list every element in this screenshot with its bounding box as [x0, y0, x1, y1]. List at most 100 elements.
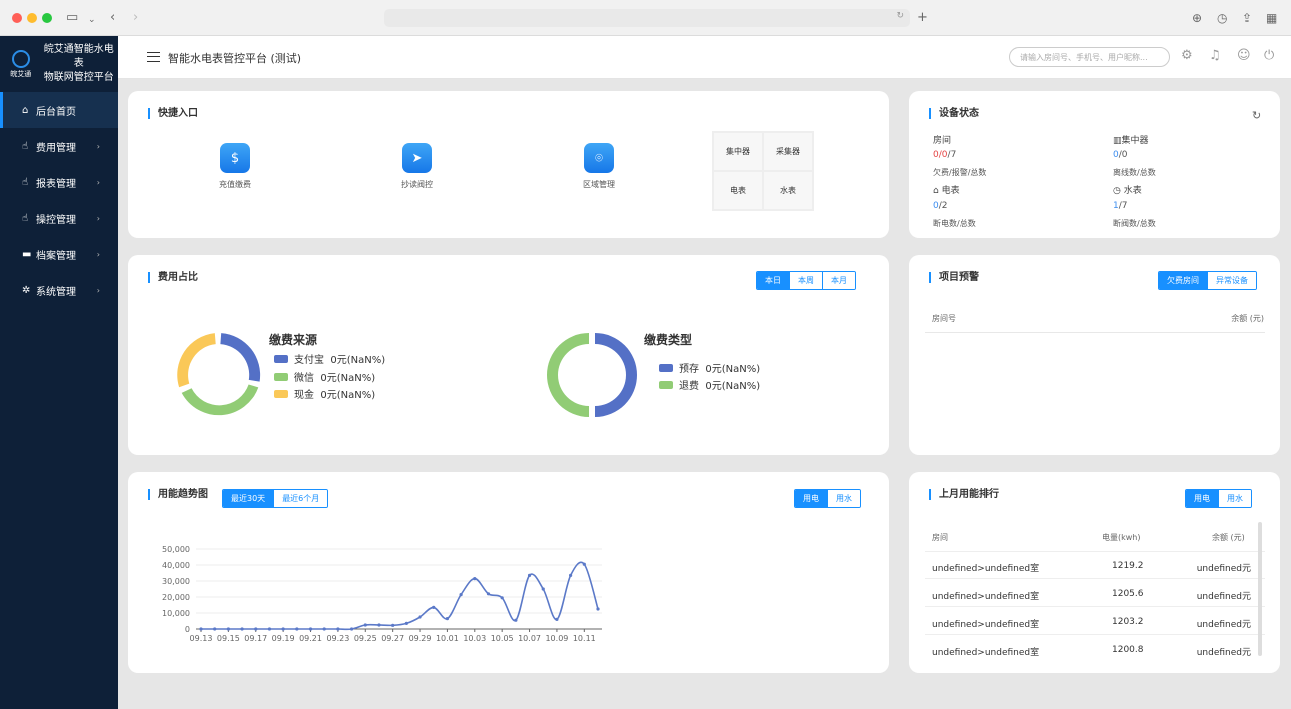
concentrator-label-row: ▥集中器	[1113, 133, 1149, 146]
folder-icon: ▬	[22, 248, 32, 260]
search-input[interactable]: 请输入房间号、手机号、用户昵称...	[1009, 47, 1170, 67]
share-icon[interactable]: ⇪	[1242, 10, 1252, 26]
quick-entry-read-control[interactable]: ➤ 抄读阀控	[387, 143, 447, 190]
x-tick-label: 09.29	[409, 634, 432, 643]
data-point	[254, 627, 258, 631]
legend-label: 预存	[679, 364, 699, 375]
cell-room: undefined>undefined室	[932, 592, 1040, 602]
tab-this-month[interactable]: 本月	[822, 272, 855, 289]
new-tab-icon[interactable]: +	[917, 10, 928, 26]
close-window-button[interactable]	[12, 13, 22, 23]
water-values: 1/7	[1113, 201, 1128, 211]
grid-electric-meter[interactable]: 电表	[713, 171, 763, 210]
data-point	[213, 627, 217, 631]
x-tick-label: 10.07	[518, 634, 541, 643]
grid-collector[interactable]: 采集器	[763, 132, 813, 171]
chevron-right-icon: ›	[96, 213, 100, 223]
grid-concentrator[interactable]: 集中器	[713, 132, 763, 171]
data-point	[459, 593, 463, 597]
column-header-power: 电量(kwh)	[1102, 533, 1141, 542]
tab-arrears-rooms[interactable]: 欠费房间	[1159, 272, 1207, 289]
sidebar-item-archive[interactable]: ▬ 档案管理 ›	[0, 236, 118, 272]
chevron-right-icon: ›	[96, 249, 100, 259]
data-point	[349, 627, 354, 631]
y-tick-label: 0	[185, 625, 190, 634]
legend-swatch	[274, 372, 288, 381]
address-bar[interactable]: ↻	[384, 9, 910, 27]
sidebar-item-fee[interactable]: ☝ 费用管理 ›	[0, 128, 118, 164]
download-icon[interactable]: ⊕	[1192, 10, 1202, 26]
data-point	[336, 627, 340, 631]
reload-icon[interactable]: ↻	[896, 11, 904, 21]
cell-balance: undefined元	[1196, 564, 1251, 574]
column-header-balance: 余额 (元)	[1212, 533, 1245, 542]
quick-entry-area[interactable]: ⌾ 区域管理	[569, 143, 629, 190]
power-icon[interactable]: ⏻	[1264, 48, 1274, 63]
data-point	[473, 577, 477, 581]
menu-toggle-icon[interactable]	[147, 52, 160, 62]
payment-source-donut	[177, 333, 261, 416]
card-title: 费用占比	[148, 272, 198, 283]
quick-entry-card: 快捷入口 $ 充值缴费 ➤ 抄读阀控 ⌾ 区域管理 集中器 采集器 电表 水表	[128, 91, 889, 238]
legend-cash[interactable]: 现金 0元(NaN%)	[274, 386, 375, 401]
tabs-overview-icon[interactable]: ▦	[1266, 10, 1277, 26]
table-scrollbar[interactable]	[1258, 522, 1262, 656]
table-row[interactable]: undefined>undefined室 1200.8 undefined元	[925, 635, 1265, 663]
y-tick-label: 30,000	[162, 577, 190, 586]
cell-power: 1205.6	[1112, 589, 1144, 599]
sidebar-item-system[interactable]: ✲ 系统管理 ›	[0, 272, 118, 308]
sidebar-toggle-icon[interactable]: ▭	[66, 10, 78, 26]
tab-electricity[interactable]: 用电	[1186, 490, 1218, 507]
data-point	[596, 607, 600, 611]
legend-value: 0元(NaN%)	[330, 355, 386, 366]
data-point	[445, 617, 450, 621]
room-total: 7	[950, 150, 957, 160]
table-row[interactable]: undefined>undefined室 1205.6 undefined元	[925, 579, 1265, 607]
device-status-card: 设备状态 ↻ 房间 0/0/7 欠费/报警/总数 ▥集中器 0/0 离线数/总数…	[909, 91, 1280, 238]
legend-alipay[interactable]: 支付宝 0元(NaN%)	[274, 351, 385, 366]
gear-icon: ✲	[22, 284, 31, 296]
maximize-window-button[interactable]	[42, 13, 52, 23]
energy-trend-chart: 0 10,000 20,000 30,000 40,000 50,000 09.13 09.1…	[162, 545, 602, 643]
bell-icon[interactable]: ♫	[1209, 48, 1221, 63]
hand-icon: ☝	[22, 140, 29, 152]
data-point	[555, 617, 559, 621]
quick-entry-label: 抄读阀控	[401, 180, 433, 189]
tab-today[interactable]: 本日	[757, 272, 789, 289]
cell-power: 1219.2	[1112, 561, 1144, 571]
table-row[interactable]: undefined>undefined室 1203.2 undefined元	[925, 607, 1265, 635]
sidebar-item-control[interactable]: ☝ 操控管理 ›	[0, 200, 118, 236]
history-icon[interactable]: ◷	[1217, 10, 1227, 26]
tab-this-week[interactable]: 本周	[789, 272, 822, 289]
data-point	[582, 562, 586, 566]
chevron-right-icon: ›	[96, 285, 100, 295]
sidebar-item-home[interactable]: ⌂ 后台首页	[0, 92, 118, 128]
cell-room: undefined>undefined室	[932, 648, 1040, 658]
legend-refund[interactable]: 退费 0元(NaN%)	[659, 377, 760, 392]
period-tabs: 本日 本周 本月	[756, 271, 856, 290]
forward-icon[interactable]: ›	[133, 10, 138, 26]
grid-water-meter[interactable]: 水表	[763, 171, 813, 210]
legend-label: 微信	[294, 373, 314, 384]
refresh-icon[interactable]: ↻	[1252, 109, 1261, 122]
legend-label: 支付宝	[294, 355, 324, 366]
money-bag-icon: $	[220, 143, 250, 173]
quick-entry-recharge[interactable]: $ 充值缴费	[205, 143, 265, 190]
data-point	[391, 623, 395, 627]
minimize-window-button[interactable]	[27, 13, 37, 23]
legend-prepaid[interactable]: 预存 0元(NaN%)	[659, 360, 760, 375]
data-point	[295, 627, 299, 631]
sidebar-item-report[interactable]: ☝ 报表管理 ›	[0, 164, 118, 200]
user-icon[interactable]: ☺	[1237, 48, 1251, 63]
chevron-down-icon[interactable]: ⌄	[88, 12, 96, 28]
concentrator-icon: ▥	[1113, 136, 1122, 146]
table-row[interactable]: undefined>undefined室 1219.2 undefined元	[925, 551, 1265, 579]
legend-wechat[interactable]: 微信 0元(NaN%)	[274, 369, 375, 384]
cell-balance: undefined元	[1196, 620, 1251, 630]
settings-icon[interactable]: ⚙	[1181, 48, 1193, 63]
legend-value: 0元(NaN%)	[705, 381, 761, 392]
sidebar-item-label: 档案管理	[36, 250, 76, 262]
back-icon[interactable]: ‹	[110, 10, 115, 26]
tab-water[interactable]: 用水	[1218, 490, 1251, 507]
tab-abnormal-devices[interactable]: 异常设备	[1207, 272, 1256, 289]
